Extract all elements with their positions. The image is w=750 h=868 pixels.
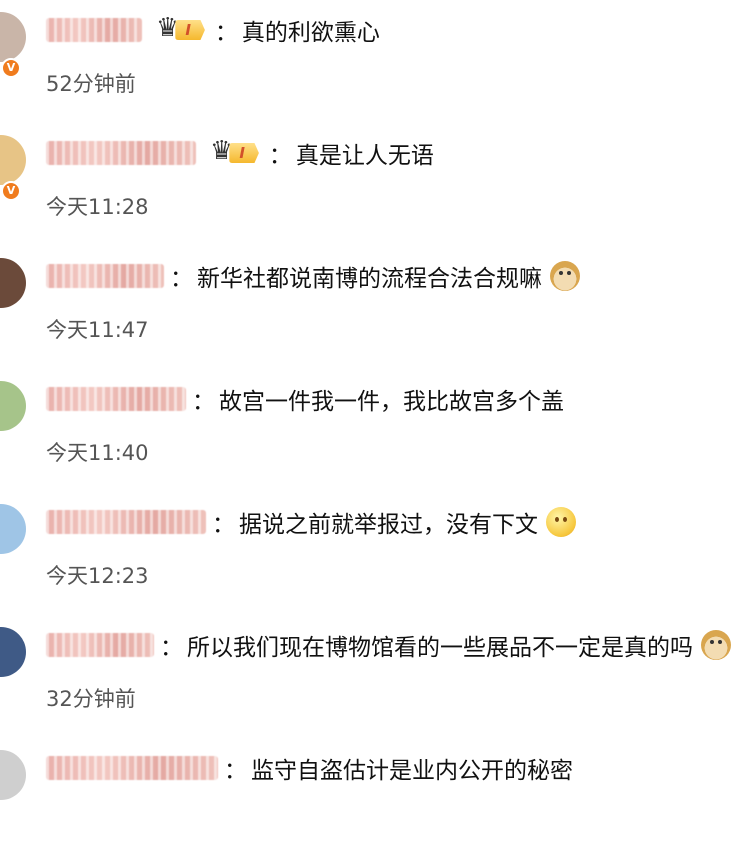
username-blurred[interactable] [46,18,142,42]
comment-text: 新华社都说南博的流程合法合规嘛 [197,266,542,292]
colon: ： [214,20,238,46]
colon: ： [192,389,215,415]
avatar[interactable] [0,504,26,554]
comment-item: ： 故宫一件我一件，我比故宫多个盖 今天11:40 [0,381,750,499]
comment-item: ： 监守自盗估计是业内公开的秘密 [0,750,750,868]
avatar[interactable] [0,12,26,62]
smile-face-icon [546,507,576,537]
colon: ： [212,512,235,538]
colon: ： [170,266,193,292]
colon: ： [268,143,292,169]
username-blurred[interactable] [46,141,196,165]
comment-time: 52分钟前 [46,72,136,96]
comment-text: 真的利欲熏心 [241,20,380,46]
comment-text: 监守自盗估计是业内公开的秘密 [251,758,573,784]
verified-badge-icon: V [1,181,21,201]
avatar[interactable] [0,381,26,431]
comment-time: 今天11:47 [46,318,149,342]
comment-item: ： 新华社都说南博的流程合法合规嘛 今天11:47 [0,258,750,376]
member-crown-icon[interactable]: ♛ I [210,138,259,166]
comment-item: ： 据说之前就举报过，没有下文 今天12:23 [0,504,750,622]
comment-text: 据说之前就举报过，没有下文 [239,512,538,538]
member-level-badge: I [175,20,205,40]
username-blurred[interactable] [46,264,164,288]
comment-text: 所以我们现在博物馆看的一些展品不一定是真的吗 [187,635,693,661]
comment-item: V ♛ I ： 真的利欲熏心 52分钟前 [0,12,750,130]
username-blurred[interactable] [46,756,218,780]
username-blurred[interactable] [46,510,206,534]
dog-face-icon [701,630,731,660]
comment-text: 故宫一件我一件，我比故宫多个盖 [219,389,564,415]
username-blurred[interactable] [46,387,186,411]
avatar[interactable] [0,627,26,677]
username-blurred[interactable] [46,633,154,657]
comment-time: 32分钟前 [46,687,136,711]
comment-item: ： 所以我们现在博物馆看的一些展品不一定是真的吗 32分钟前 [0,627,750,745]
verified-badge-icon: V [1,58,21,78]
comment-time: 今天11:28 [46,195,149,219]
avatar[interactable] [0,135,26,185]
avatar[interactable] [0,258,26,308]
colon: ： [224,758,247,784]
colon: ： [160,635,183,661]
member-crown-icon[interactable]: ♛ I [156,15,205,43]
comment-text: 真是让人无语 [295,143,434,169]
comment-time: 今天11:40 [46,441,149,465]
comment-time: 今天12:23 [46,564,149,588]
avatar[interactable] [0,750,26,800]
member-level-badge: I [229,143,259,163]
comment-item: V ♛ I ： 真是让人无语 今天11:28 [0,135,750,253]
dog-face-icon [550,261,580,291]
comment-list: V ♛ I ： 真的利欲熏心 52分钟前 V ♛ I ： 真是让人无语 今天11:2… [0,0,750,800]
